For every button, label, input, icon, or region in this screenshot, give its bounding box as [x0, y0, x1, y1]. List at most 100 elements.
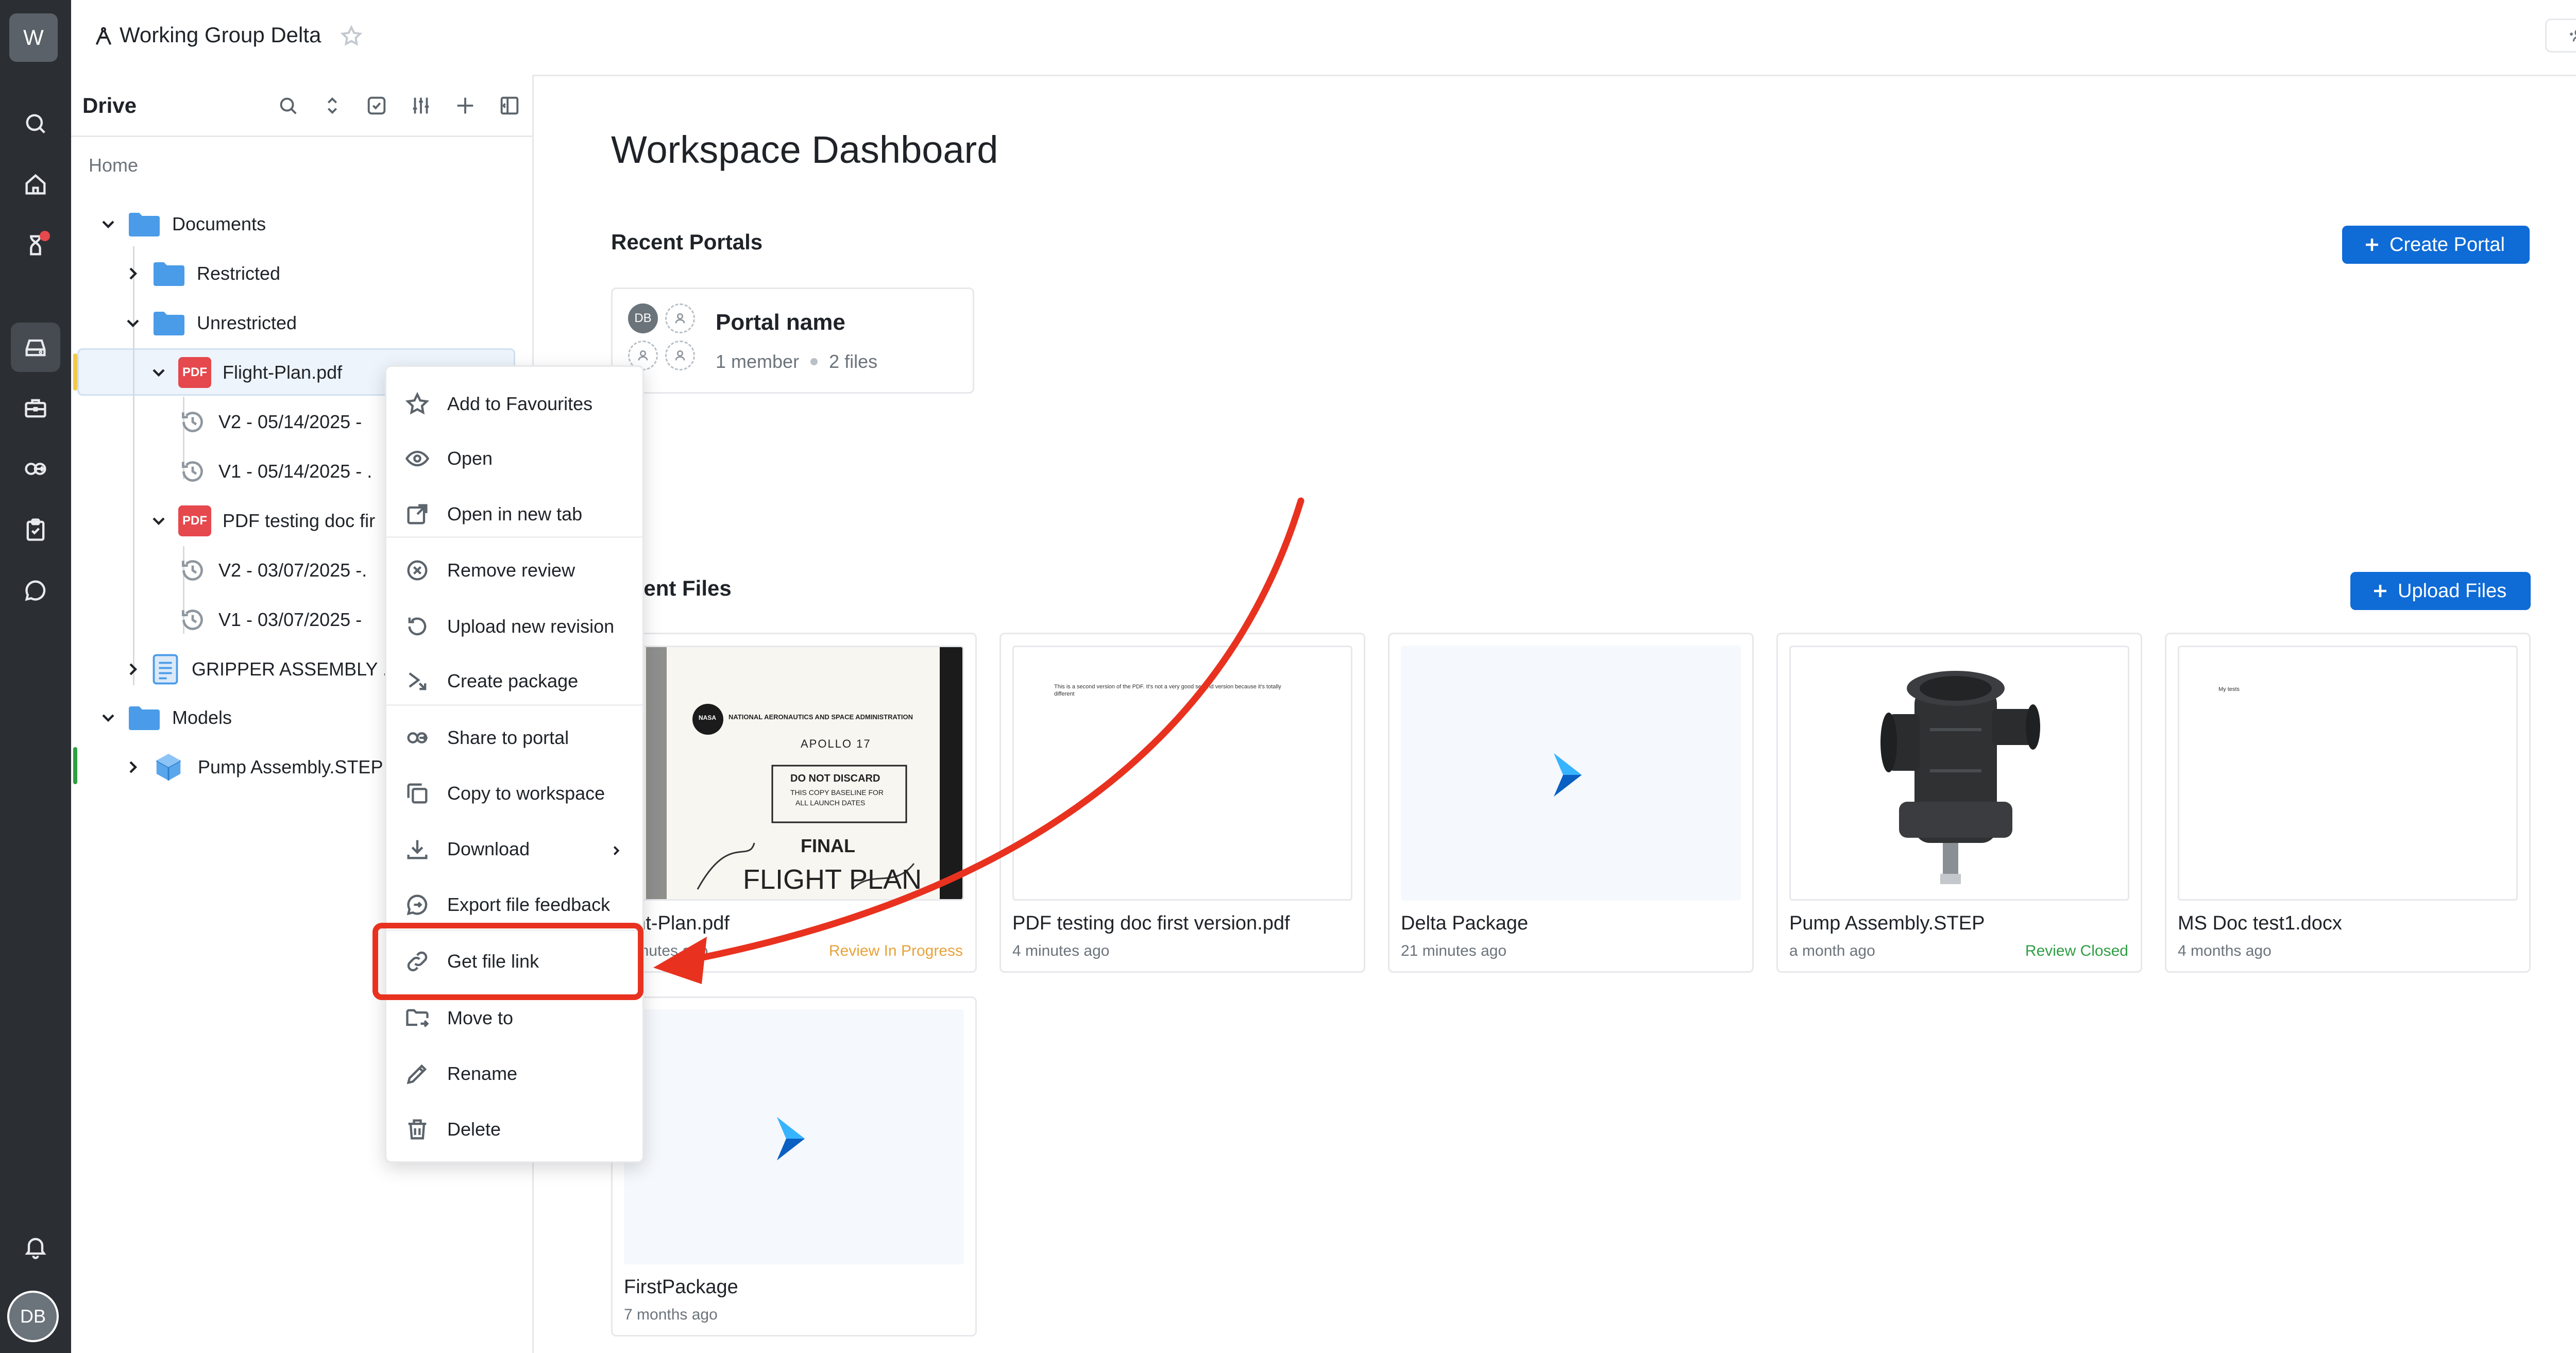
user-icon	[638, 350, 648, 361]
tree-item-label: Models	[172, 707, 232, 728]
upload-files-button[interactable]: Upload Files	[2350, 572, 2531, 610]
menu-item-copy-to-workspace[interactable]: Copy to workspace	[386, 768, 642, 819]
file-name: MS Doc test1.docx	[2178, 912, 2342, 934]
menu-item-add-to-favourites[interactable]: Add to Favourites	[386, 378, 642, 430]
tree-item-label: Unrestricted	[197, 312, 297, 333]
file-card[interactable]: FirstPackage 7 months ago	[611, 996, 977, 1337]
dashboard-main: Workspace Dashboard Recent Portals Creat…	[534, 76, 2576, 1353]
tree-item-gripper-assembly[interactable]: GRIPPER ASSEMBLY .	[123, 646, 388, 692]
drive-filter-button[interactable]	[405, 90, 436, 121]
recent-portals-title: Recent Portals	[611, 230, 763, 254]
folder-icon	[154, 312, 184, 335]
tree-item-version[interactable]: V1 - 05/14/2025 - .	[178, 448, 372, 495]
portal-card[interactable]: DB Portal name 1 member 2 files	[611, 287, 974, 394]
menu-item-share-to-portal[interactable]: Share to portal	[386, 712, 642, 764]
preview-text: My tests	[2218, 686, 2240, 692]
version-history-icon	[178, 605, 207, 634]
tree-item-label: V1 - 03/07/2025 -	[218, 609, 362, 630]
file-card[interactable]: This is a second version of the PDF. It'…	[999, 633, 1365, 973]
chevron-right-icon[interactable]	[123, 757, 143, 777]
pencil-icon	[404, 1060, 431, 1087]
rail-lab-button[interactable]	[11, 221, 60, 270]
menu-item-create-package[interactable]: Create package	[386, 655, 642, 707]
tree-item-models[interactable]: Models	[98, 695, 232, 741]
menu-item-label: Share to portal	[447, 727, 569, 748]
chevron-right-icon[interactable]	[123, 659, 143, 680]
menu-item-delete[interactable]: Delete	[386, 1104, 642, 1155]
rail-search-button[interactable]	[11, 99, 60, 148]
drive-select-button[interactable]	[361, 90, 392, 121]
star-icon	[340, 25, 363, 46]
tree-item-pdf-testing-doc[interactable]: PDF PDF testing doc fir	[148, 498, 375, 544]
menu-item-download[interactable]: Download	[386, 823, 642, 875]
tree-item-version[interactable]: V1 - 03/07/2025 -	[178, 597, 362, 643]
menu-item-open[interactable]: Open	[386, 433, 642, 484]
pdf-file-icon: PDF	[178, 357, 211, 388]
favourite-workspace-button[interactable]	[339, 24, 364, 48]
file-time: 4 months ago	[2178, 942, 2272, 959]
file-card[interactable]: NASA NATIONAL AERONAUTICS AND SPACE ADMI…	[611, 633, 977, 973]
drive-collapse-button[interactable]	[494, 90, 525, 121]
menu-divider	[386, 536, 642, 538]
preview-discard: DO NOT DISCARD	[790, 773, 880, 784]
copy-icon	[404, 780, 431, 807]
file-card[interactable]: Delta Package 21 minutes ago	[1388, 633, 1754, 973]
file-time: 4 minutes ago	[1012, 942, 1110, 959]
menu-item-label: Open	[447, 448, 493, 469]
rail-chat-button[interactable]	[11, 566, 60, 615]
menu-item-label: Add to Favourites	[447, 393, 593, 414]
drive-add-button[interactable]	[450, 90, 481, 121]
workspace-title: Working Group Delta	[120, 23, 321, 47]
rail-clipboard-button[interactable]	[11, 505, 60, 554]
rail-home-button[interactable]	[11, 160, 60, 209]
members-button[interactable]: 1	[2545, 19, 2576, 53]
drive-search-button[interactable]	[273, 90, 303, 121]
chevron-down-icon[interactable]	[148, 362, 169, 383]
file-name: FirstPackage	[624, 1276, 738, 1298]
rail-briefcase-button[interactable]	[11, 383, 60, 433]
create-portal-button[interactable]: Create Portal	[2342, 226, 2530, 264]
drive-title: Drive	[82, 93, 137, 117]
file-card[interactable]: My tests MS Doc test1.docx 4 months ago	[2165, 633, 2531, 973]
rail-notifications-button[interactable]	[11, 1222, 60, 1272]
user-avatar[interactable]: DB	[7, 1291, 59, 1342]
tree-item-label: PDF testing doc fir	[223, 510, 376, 531]
pump-model-preview	[1880, 671, 2040, 884]
tree-item-restricted[interactable]: Restricted	[123, 250, 280, 297]
menu-item-label: Move to	[447, 1007, 514, 1028]
tree-item-label: Flight-Plan.pdf	[223, 362, 343, 383]
file-context-menu: Add to Favourites Open Open in new tab R…	[385, 365, 644, 1163]
chevron-down-icon[interactable]	[98, 214, 118, 234]
tree-item-label: Pump Assembly.STEP	[198, 756, 383, 777]
tree-item-documents[interactable]: Documents	[98, 201, 266, 247]
chevron-right-icon[interactable]	[123, 263, 143, 284]
document-icon	[152, 654, 178, 685]
rail-exchange-button[interactable]	[11, 444, 60, 494]
eye-icon	[404, 445, 431, 472]
breadcrumb-home[interactable]: Home	[89, 155, 138, 176]
file-card[interactable]: Pump Assembly.STEP a month ago Review Cl…	[1776, 633, 2142, 973]
member-avatar: DB	[628, 303, 658, 333]
chevron-down-icon[interactable]	[123, 313, 143, 333]
tree-item-version[interactable]: V2 - 05/14/2025 -	[178, 399, 362, 445]
create-portal-label: Create Portal	[2389, 233, 2505, 256]
chevron-down-icon[interactable]	[148, 511, 169, 531]
chevron-down-icon[interactable]	[98, 707, 118, 728]
drive-sort-button[interactable]	[317, 90, 348, 121]
tree-item-unrestricted[interactable]: Unrestricted	[123, 300, 297, 346]
menu-item-upload-new-revision[interactable]: Upload new revision	[386, 601, 642, 652]
tree-item-version[interactable]: V2 - 03/07/2025 -.	[178, 547, 367, 594]
tree-item-flight-plan[interactable]: PDF Flight-Plan.pdf	[148, 349, 342, 396]
pdf-file-icon: PDF	[178, 505, 211, 536]
menu-item-rename[interactable]: Rename	[386, 1048, 642, 1100]
menu-item-open-new-tab[interactable]: Open in new tab	[386, 488, 642, 540]
page-title: Workspace Dashboard	[611, 128, 998, 171]
workspace-switcher[interactable]: W	[9, 13, 58, 62]
menu-item-move-to[interactable]: Move to	[386, 992, 642, 1044]
user-icon	[675, 350, 685, 361]
drive-icon	[25, 339, 46, 357]
menu-item-remove-review[interactable]: Remove review	[386, 545, 642, 596]
rail-drive-button[interactable]	[11, 323, 60, 372]
tree-item-pump-assembly[interactable]: Pump Assembly.STEP	[123, 744, 383, 790]
empty-avatar	[665, 341, 695, 370]
